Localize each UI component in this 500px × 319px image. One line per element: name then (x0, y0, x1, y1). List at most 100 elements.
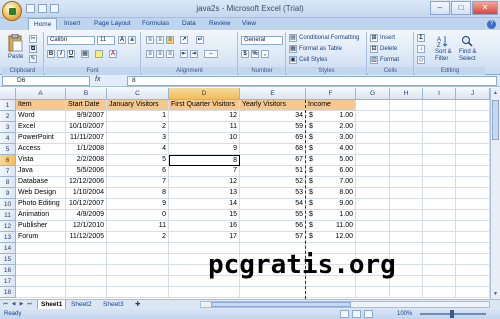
cell[interactable] (456, 111, 490, 122)
fill-icon[interactable]: ↓ (417, 45, 425, 53)
cell[interactable] (390, 166, 423, 177)
header-cell[interactable]: First Quarter Visitors (169, 100, 240, 111)
format-as-table-button[interactable]: Format as Table (299, 46, 342, 52)
row-header-15[interactable]: 15 (0, 254, 16, 265)
cell[interactable] (456, 265, 490, 276)
cell[interactable] (107, 287, 169, 298)
cell[interactable] (107, 276, 169, 287)
cell[interactable] (356, 177, 390, 188)
cell[interactable] (356, 232, 390, 243)
bold-button[interactable]: B (47, 50, 55, 58)
cell[interactable] (16, 243, 66, 254)
align-center-icon[interactable]: ≡ (156, 50, 164, 58)
data-cell[interactable]: 54 (240, 199, 306, 210)
cell[interactable] (423, 111, 456, 122)
align-right-icon[interactable]: ≡ (166, 50, 174, 58)
cell[interactable] (66, 265, 107, 276)
cell[interactable] (423, 265, 456, 276)
cell[interactable] (390, 188, 423, 199)
data-cell[interactable]: 59 (240, 122, 306, 133)
cell[interactable] (456, 254, 490, 265)
row-header-10[interactable]: 10 (0, 199, 16, 210)
data-cell[interactable]: 55 (240, 210, 306, 221)
format-cells-button[interactable]: Format (380, 57, 399, 63)
header-cell[interactable]: Item (16, 100, 66, 111)
cell[interactable] (423, 133, 456, 144)
fill-color-icon[interactable] (95, 50, 103, 58)
insert-sheet-icon[interactable]: ✚ (132, 300, 143, 309)
cell[interactable] (356, 221, 390, 232)
font-size-select[interactable]: 11 (97, 36, 115, 45)
shrink-font-icon[interactable]: a (128, 36, 136, 44)
row-header-9[interactable]: 9 (0, 188, 16, 199)
horizontal-scroll-thumb[interactable] (211, 302, 351, 307)
cell[interactable] (107, 254, 169, 265)
data-cell[interactable]: Database (16, 177, 66, 188)
cell[interactable] (390, 111, 423, 122)
data-cell[interactable]: 1/1/2008 (66, 144, 107, 155)
row-header-17[interactable]: 17 (0, 276, 16, 287)
data-cell[interactable]: Word (16, 111, 66, 122)
cell[interactable] (356, 122, 390, 133)
data-cell[interactable]: $7.00 (306, 177, 356, 188)
cell[interactable] (16, 287, 66, 298)
cell[interactable] (456, 133, 490, 144)
data-cell[interactable]: $8.00 (306, 188, 356, 199)
cell[interactable] (356, 133, 390, 144)
row-header-7[interactable]: 7 (0, 166, 16, 177)
data-cell[interactable]: 10 (169, 133, 240, 144)
tab-data[interactable]: Data (182, 18, 196, 30)
increase-indent-icon[interactable]: ⇥ (190, 50, 198, 58)
scroll-up-icon[interactable]: ▲ (492, 89, 499, 97)
format-painter-icon[interactable]: ✎ (29, 55, 37, 63)
cell[interactable] (456, 276, 490, 287)
row-header-6[interactable]: 6 (0, 155, 16, 166)
cell[interactable] (356, 166, 390, 177)
horizontal-scrollbar[interactable] (200, 301, 490, 308)
cell[interactable] (456, 155, 490, 166)
cell[interactable] (456, 166, 490, 177)
column-header-f[interactable]: F (306, 88, 356, 100)
cell-styles-button[interactable]: Cell Styles (299, 57, 327, 63)
data-cell[interactable]: Forum (16, 232, 66, 243)
cell[interactable] (66, 254, 107, 265)
cell[interactable] (66, 276, 107, 287)
prev-sheet-icon[interactable]: ◀ (10, 301, 17, 308)
last-sheet-icon[interactable]: ⏭ (26, 301, 33, 308)
data-cell[interactable]: $2.00 (306, 122, 356, 133)
copy-icon[interactable]: ⧉ (29, 45, 37, 53)
wrap-text-icon[interactable]: ↵ (196, 36, 204, 44)
data-cell[interactable]: 68 (240, 144, 306, 155)
cell[interactable] (169, 287, 240, 298)
data-cell[interactable]: $1.00 (306, 210, 356, 221)
align-left-icon[interactable]: ≡ (146, 50, 154, 58)
page-layout-view-icon[interactable] (352, 310, 361, 318)
cell[interactable] (456, 199, 490, 210)
clear-icon[interactable]: ◇ (417, 56, 425, 64)
tab-review[interactable]: Review (209, 18, 230, 30)
data-cell[interactable]: 2 (107, 122, 169, 133)
data-cell[interactable]: 69 (240, 133, 306, 144)
help-icon[interactable]: ? (487, 20, 496, 29)
data-cell[interactable]: 17 (169, 232, 240, 243)
data-cell[interactable]: 9/9/2007 (66, 111, 107, 122)
vertical-scrollbar[interactable]: ▲ ▼ (490, 88, 500, 299)
minimize-button[interactable]: – (430, 1, 450, 15)
font-color-icon[interactable]: A (109, 50, 117, 58)
cell[interactable] (456, 210, 490, 221)
page-break-view-icon[interactable] (364, 310, 373, 318)
percent-button[interactable]: % (251, 50, 259, 58)
fx-icon[interactable]: fx (95, 76, 100, 83)
cell[interactable] (456, 287, 490, 298)
cell[interactable] (423, 177, 456, 188)
cell[interactable] (423, 155, 456, 166)
number-format-select[interactable]: General (241, 36, 283, 45)
office-button[interactable] (2, 1, 22, 21)
data-cell[interactable]: 12/12/2006 (66, 177, 107, 188)
data-cell[interactable]: 10/10/2007 (66, 122, 107, 133)
cell[interactable] (456, 177, 490, 188)
header-cell[interactable]: Income (306, 100, 356, 111)
vertical-scroll-thumb[interactable] (492, 100, 499, 140)
data-cell[interactable]: 9 (107, 199, 169, 210)
cell[interactable] (16, 254, 66, 265)
